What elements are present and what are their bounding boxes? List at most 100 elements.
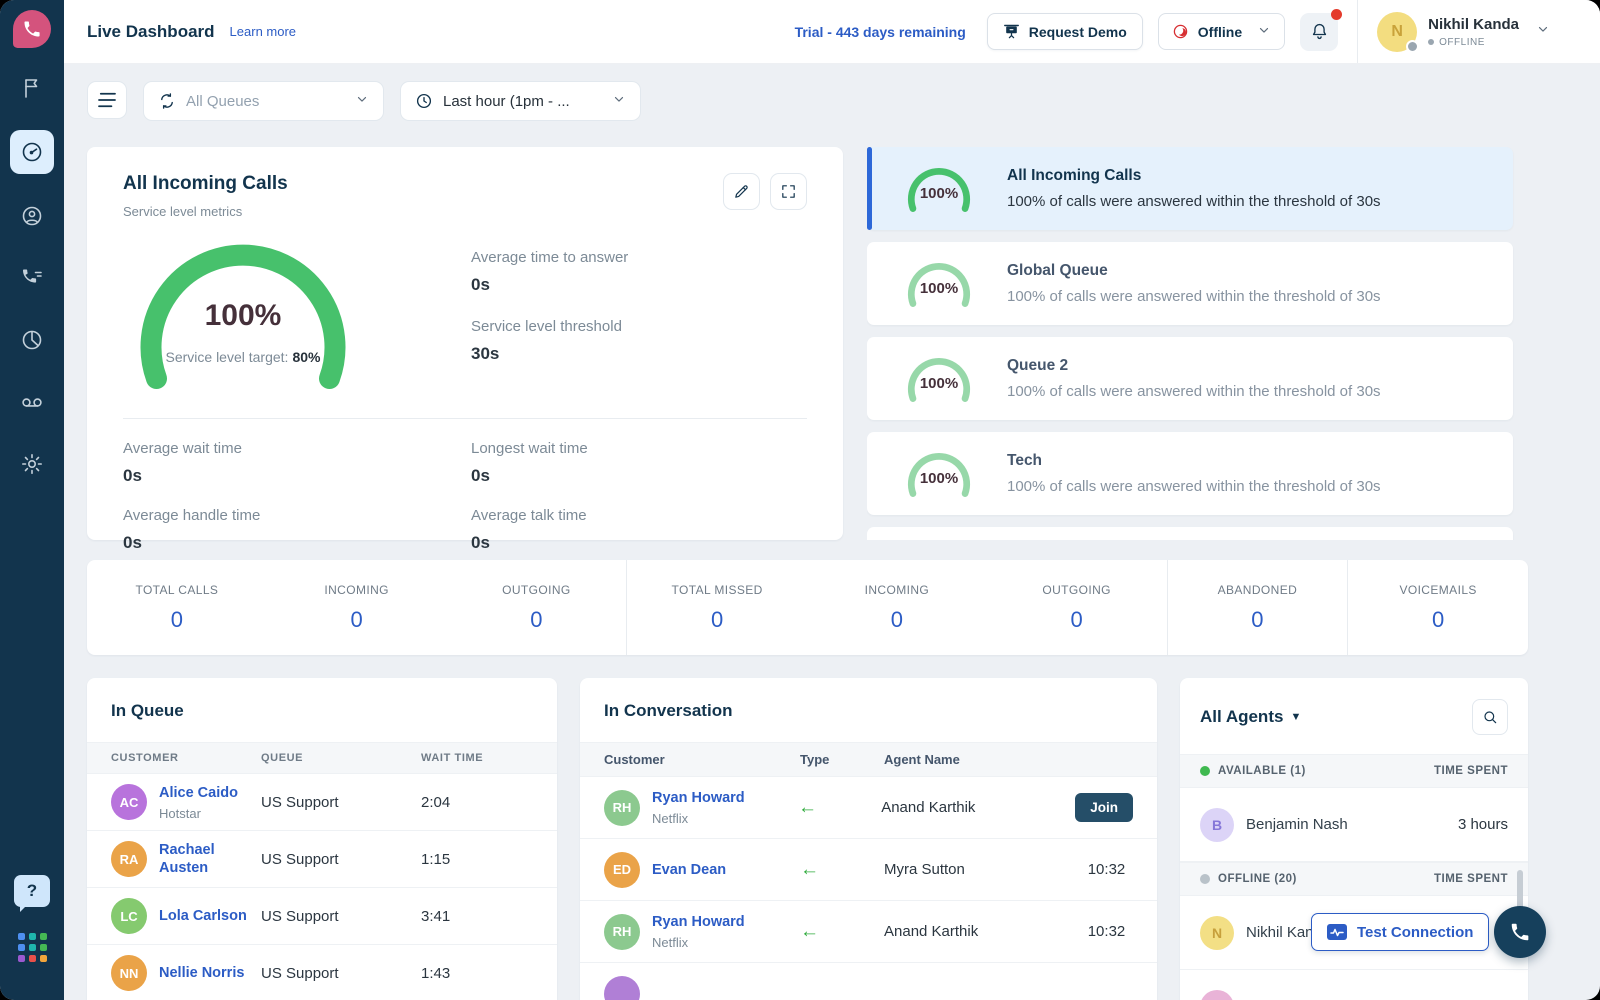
caret-down-icon[interactable]: ▼: [1290, 711, 1301, 723]
in-queue-rows: AC Alice Caido Hotstar US Support 2:04: [87, 774, 557, 1000]
sidebar-item-call-metrics[interactable]: [10, 258, 54, 298]
queue-gauge-value: 100%: [897, 470, 981, 487]
notification-badge: [1331, 9, 1342, 20]
test-connection-label: Test Connection: [1357, 924, 1473, 941]
agent-search-button[interactable]: [1472, 699, 1508, 735]
in-queue-title: In Queue: [87, 678, 557, 742]
filter-bar: All Queues Last hour (1pm - ...: [64, 64, 1600, 121]
queue-card[interactable]: [867, 527, 1513, 540]
stat-cell: VOICEMAILS 0: [1347, 560, 1528, 655]
customer-name-link[interactable]: Lola Carlson: [159, 908, 247, 924]
queue-name: Queue 2: [1007, 357, 1381, 375]
table-row: RA Rachael Austen US Support 1:15: [87, 831, 557, 888]
app-logo[interactable]: [13, 10, 51, 48]
user-profile-menu[interactable]: N Nikhil Kanda OFFLINE: [1377, 12, 1550, 52]
stat-cell: OUTGOING 0: [987, 560, 1167, 655]
agents-available-section-header: AVAILABLE (1) TIME SPENT: [1180, 754, 1528, 788]
customer-company: Netflix: [652, 935, 745, 950]
wait-time-cell: 2:04: [421, 794, 533, 811]
queue-card[interactable]: 100% Global Queue 100% of calls were ans…: [867, 242, 1513, 325]
queue-description: 100% of calls were answered within the t…: [1007, 383, 1381, 400]
customer-name-link[interactable]: Nellie Norris: [159, 965, 244, 981]
agent-name-cell: Anand Karthik: [881, 799, 1075, 816]
expand-widget-button[interactable]: [770, 173, 807, 210]
stat-label: OUTGOING: [1042, 583, 1111, 597]
customer-name-link[interactable]: Rachael Austen: [159, 842, 215, 876]
queue-description: 100% of calls were answered within the t…: [1007, 193, 1381, 210]
trial-banner[interactable]: Trial - 443 days remaining: [795, 24, 966, 40]
queue-gauge-value: 100%: [897, 375, 981, 392]
customer-name-link[interactable]: Alice Caido: [159, 785, 238, 801]
user-avatar-initial: N: [1391, 23, 1403, 41]
pulse-icon: [1327, 924, 1347, 940]
stat-label: TOTAL CALLS: [135, 583, 218, 597]
stat-value: 0: [1432, 607, 1444, 633]
incoming-call-arrow-icon: ←: [800, 859, 884, 881]
avatar: LC: [111, 898, 147, 934]
help-icon[interactable]: ?: [14, 875, 50, 907]
in-conversation-header: Customer Type Agent Name: [580, 742, 1157, 777]
queue-gauge: 100%: [897, 161, 981, 217]
queue-name: Global Queue: [1007, 262, 1381, 280]
menu-button[interactable]: [87, 81, 127, 119]
metric-value: 0s: [123, 533, 471, 553]
metric-label: Average wait time: [123, 440, 471, 457]
metric: Service level threshold 30s: [471, 318, 628, 364]
table-row: RH Ryan Howard Netflix ← Anand Karthik: [580, 901, 1157, 963]
stat-cell: TOTAL CALLS 0: [87, 560, 267, 655]
avatar: [1200, 990, 1234, 1000]
customer-name-link[interactable]: Ryan Howard: [652, 914, 745, 930]
queue-name: Tech: [1007, 452, 1381, 470]
queue-card[interactable]: 100% All Incoming Calls 100% of calls we…: [867, 147, 1513, 230]
column-header-customer: Customer: [604, 752, 800, 767]
sidebar-item-reports[interactable]: [10, 320, 54, 360]
user-name: Nikhil Kanda: [1428, 16, 1519, 33]
agent-status-select[interactable]: Offline: [1158, 13, 1285, 50]
sidebar-nav: [10, 68, 54, 484]
metric-value: 30s: [471, 344, 628, 364]
test-connection-button[interactable]: Test Connection: [1311, 913, 1489, 951]
sidebar-item-dashboard[interactable]: [10, 130, 54, 174]
column-header-queue: QUEUE: [261, 752, 421, 764]
app-window: ? Live Dashboard Learn more Trial - 443 …: [0, 0, 1600, 1000]
table-row: RH Ryan Howard Netflix ← Anand Karthik: [580, 777, 1157, 839]
phone-dialer-fab[interactable]: [1494, 906, 1546, 958]
join-call-button[interactable]: Join: [1075, 793, 1133, 822]
stat-label: OUTGOING: [502, 583, 571, 597]
status-label: Offline: [1198, 24, 1242, 40]
queues-dropdown[interactable]: All Queues: [143, 81, 384, 121]
customer-name-link[interactable]: Ryan Howard: [652, 790, 745, 806]
contacts-icon: [20, 204, 44, 228]
queue-name: All Incoming Calls: [1007, 167, 1381, 185]
reports-pie-icon: [20, 328, 44, 352]
time-spent-header: TIME SPENT: [1434, 873, 1508, 885]
chevron-down-icon[interactable]: [1536, 22, 1550, 41]
queue-list: 100% All Incoming Calls 100% of calls we…: [867, 147, 1528, 540]
customer-name-link[interactable]: Evan Dean: [652, 862, 726, 878]
agents-filter-dropdown[interactable]: All Agents: [1200, 707, 1283, 727]
service-level-card: All Incoming Calls Service level metrics: [87, 147, 843, 540]
sidebar-item-contacts[interactable]: [10, 196, 54, 236]
metric: Longest wait time 0s: [471, 440, 807, 486]
offline-status-dot: [1200, 874, 1210, 884]
stat-value: 0: [1071, 607, 1083, 633]
queue-card[interactable]: 100% Queue 2 100% of calls were answered…: [867, 337, 1513, 420]
sidebar-item-voicemail[interactable]: [10, 382, 54, 422]
edit-widget-button[interactable]: [723, 173, 760, 210]
stat-cell: INCOMING 0: [267, 560, 447, 655]
sidebar-item-onboarding[interactable]: [10, 68, 54, 108]
time-range-dropdown[interactable]: Last hour (1pm - ...: [400, 81, 641, 121]
chevron-down-icon: [355, 92, 369, 111]
avatar: ED: [604, 852, 640, 888]
request-demo-button[interactable]: Request Demo: [987, 13, 1143, 50]
queue-card[interactable]: 100% Tech 100% of calls were answered wi…: [867, 432, 1513, 515]
learn-more-link[interactable]: Learn more: [230, 24, 296, 39]
all-agents-card: All Agents ▼ AVAILABLE (1) TIME SPENT: [1180, 678, 1528, 1000]
settings-gear-icon: [20, 452, 44, 476]
queues-dropdown-value: All Queues: [186, 93, 345, 110]
apps-grid-icon[interactable]: [18, 933, 47, 962]
sidebar-item-settings[interactable]: [10, 444, 54, 484]
notifications-button[interactable]: [1300, 13, 1338, 51]
metric-value: 0s: [471, 533, 807, 553]
stat-cell: INCOMING 0: [807, 560, 987, 655]
